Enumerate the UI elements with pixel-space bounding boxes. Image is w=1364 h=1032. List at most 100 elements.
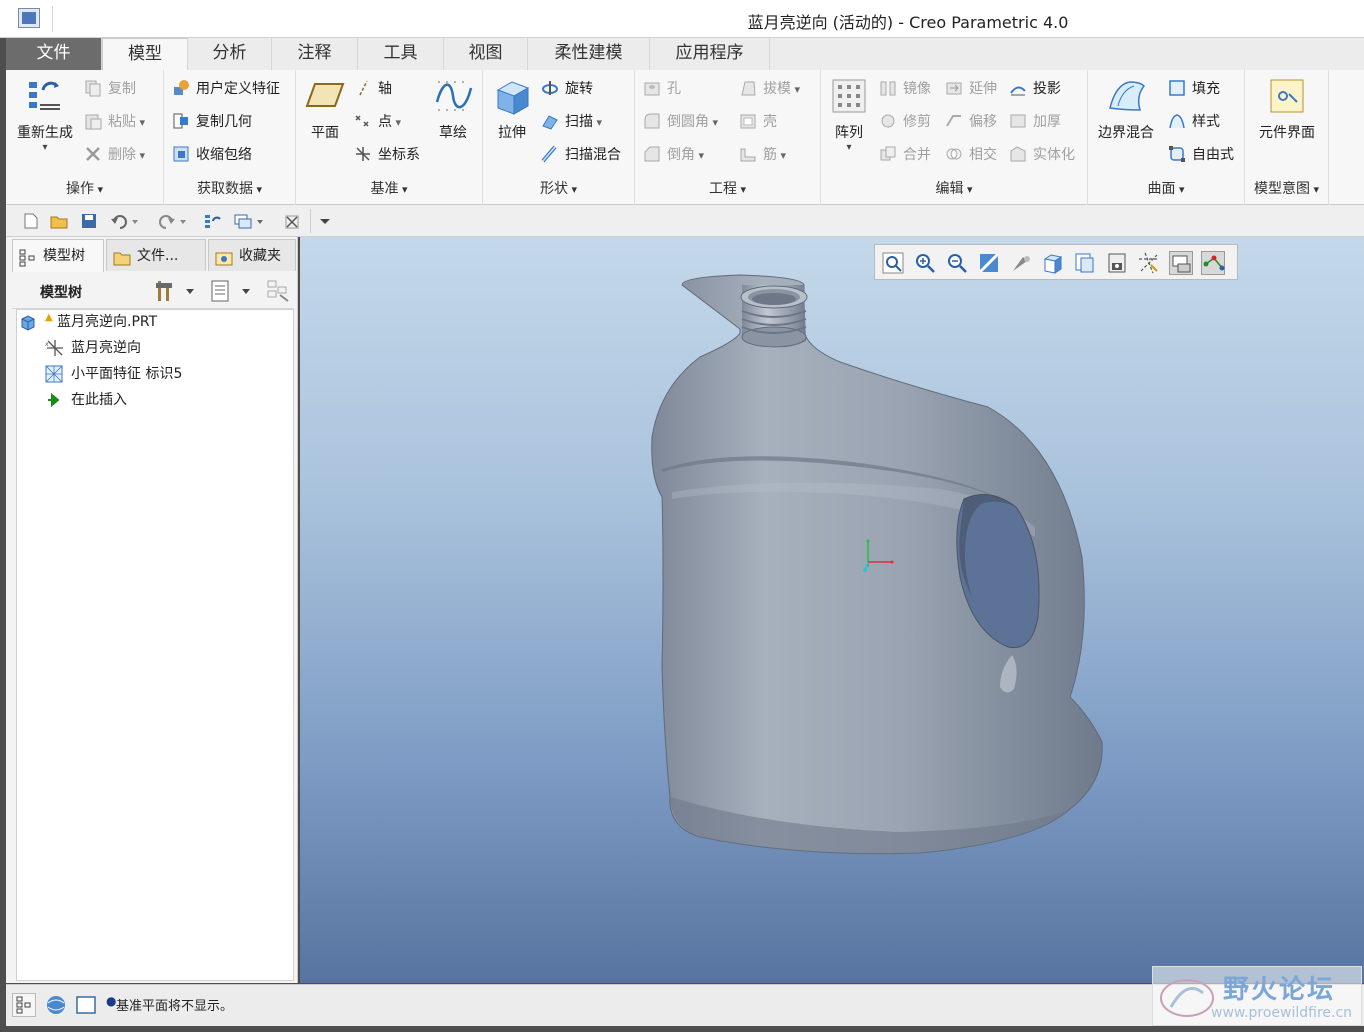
boundary-blend-button[interactable]: 边界混合	[1092, 76, 1160, 142]
undo-icon[interactable]	[110, 213, 140, 229]
offset-button[interactable]: 偏移	[945, 109, 997, 135]
tab-favorites[interactable]: 收藏夹	[208, 239, 296, 271]
group-label-surfaces[interactable]: 曲面	[1088, 178, 1244, 198]
chamfer-button[interactable]: 倒角	[643, 142, 704, 168]
udf-button[interactable]: 用户定义特征	[172, 76, 280, 102]
intersect-button[interactable]: 相交	[945, 142, 997, 168]
shell-button[interactable]: 壳	[739, 109, 777, 135]
shrinkwrap-icon	[172, 145, 190, 163]
folder-icon	[113, 247, 131, 266]
tree-show-icon[interactable]	[210, 279, 252, 303]
tab-file[interactable]: 文件	[6, 38, 102, 70]
copy-geometry-button[interactable]: 复制几何	[172, 109, 252, 135]
axis-button[interactable]: 轴	[354, 76, 392, 102]
pattern-button[interactable]: 阵列 ▾	[827, 76, 871, 153]
delete-button[interactable]: 删除	[84, 142, 145, 168]
trim-label: 修剪	[903, 114, 931, 130]
tab-view[interactable]: 视图	[444, 38, 528, 70]
plane-icon	[305, 76, 345, 116]
draft-button[interactable]: 拔模	[739, 76, 800, 102]
csys-button[interactable]: 坐标系	[354, 142, 420, 168]
rib-button[interactable]: 筋	[739, 142, 786, 168]
model-canvas	[651, 274, 1103, 855]
revolve-button[interactable]: 旋转	[541, 76, 593, 102]
copy-geometry-label: 复制几何	[196, 114, 252, 130]
fill-button[interactable]: 填充	[1168, 76, 1220, 102]
graphics-window[interactable]	[300, 237, 1364, 983]
warning-icon: ▲	[45, 312, 53, 323]
group-label-datum[interactable]: 基准	[296, 178, 482, 198]
hole-button[interactable]: 孔	[643, 76, 681, 102]
group-label-engineering[interactable]: 工程	[635, 178, 820, 198]
sweep-label: 扫描	[565, 114, 593, 130]
mirror-button[interactable]: 镜像	[879, 76, 931, 102]
extend-button[interactable]: 延伸	[945, 76, 997, 102]
tab-model-tree-label: 模型树	[43, 248, 85, 264]
sweep-button[interactable]: 扫描	[541, 109, 602, 135]
close-window-icon[interactable]	[284, 213, 302, 229]
merge-button[interactable]: 合并	[879, 142, 931, 168]
boundary-blend-label: 边界混合	[1098, 125, 1154, 141]
regenerate-label: 重新生成	[17, 125, 73, 141]
bottle-model[interactable]	[651, 274, 1103, 855]
tab-tools[interactable]: 工具	[358, 38, 444, 70]
style-button[interactable]: 样式	[1168, 109, 1220, 135]
browser-icon[interactable]	[44, 993, 68, 1017]
save-icon[interactable]	[80, 213, 98, 229]
navigator-tabs: 模型树 文件... 收藏夹	[12, 239, 296, 273]
group-label-shapes[interactable]: 形状	[483, 178, 634, 198]
project-button[interactable]: 投影	[1009, 76, 1061, 102]
coordinate-system-icon: x	[45, 339, 63, 357]
project-icon	[1009, 79, 1027, 97]
tab-applications[interactable]: 应用程序	[650, 38, 770, 70]
paste-icon	[84, 112, 102, 130]
tree-node-facet-feature[interactable]: 小平面特征 标识5	[45, 362, 275, 386]
freestyle-button[interactable]: 自由式	[1168, 142, 1234, 168]
customize-toolbar-icon[interactable]	[316, 213, 334, 229]
component-interface-button[interactable]: 元件界面	[1249, 76, 1325, 142]
toggle-navigator-icon[interactable]	[12, 993, 36, 1017]
rib-icon	[739, 145, 757, 163]
copy-button[interactable]: 复制	[84, 76, 136, 102]
tab-model-tree[interactable]: 模型树	[12, 239, 104, 272]
round-button[interactable]: 倒圆角	[643, 109, 718, 135]
tab-analysis[interactable]: 分析	[188, 38, 272, 70]
tree-node-insert-here[interactable]: 在此插入	[45, 388, 275, 412]
copy-label: 复制	[108, 81, 136, 97]
freestyle-icon	[1168, 145, 1186, 163]
watermark-url: www.proewildfire.cn	[1211, 1005, 1353, 1021]
tab-flexible-modeling[interactable]: 柔性建模	[528, 38, 650, 70]
point-button[interactable]: 点	[354, 109, 401, 135]
new-file-icon[interactable]	[22, 213, 40, 229]
fill-icon	[1168, 79, 1186, 97]
open-file-icon[interactable]	[50, 213, 68, 229]
group-label-editing[interactable]: 编辑	[821, 178, 1087, 198]
tree-node-csys[interactable]: x 蓝月亮逆向	[45, 336, 275, 360]
thicken-button[interactable]: 加厚	[1009, 109, 1061, 135]
trim-button[interactable]: 修剪	[879, 109, 931, 135]
tab-model[interactable]: 模型	[102, 38, 188, 70]
full-screen-icon[interactable]	[74, 993, 98, 1017]
hole-icon	[643, 79, 661, 97]
group-label-get-data[interactable]: 获取数据	[164, 178, 295, 198]
tab-annotate[interactable]: 注释	[272, 38, 358, 70]
tab-file-browser[interactable]: 文件...	[106, 239, 206, 271]
merge-label: 合并	[903, 147, 931, 163]
plane-button[interactable]: 平面	[302, 76, 348, 142]
paste-button[interactable]: 粘贴	[84, 109, 145, 135]
sketch-button[interactable]: 草绘	[430, 76, 476, 142]
tree-node-part[interactable]: ▲ 蓝月亮逆向.PRT	[19, 310, 279, 334]
tree-filter-icon[interactable]	[266, 279, 292, 303]
swept-blend-button[interactable]: 扫描混合	[541, 142, 621, 168]
group-label-operations[interactable]: 操作	[6, 178, 163, 198]
redo-icon[interactable]	[158, 213, 188, 229]
regenerate-quick-icon[interactable]	[204, 213, 222, 229]
regenerate-button[interactable]: 重新生成 ▾	[10, 76, 80, 153]
solidify-button[interactable]: 实体化	[1009, 142, 1075, 168]
shrinkwrap-button[interactable]: 收缩包络	[172, 142, 252, 168]
tree-settings-icon[interactable]	[154, 279, 196, 303]
windows-icon[interactable]	[234, 213, 264, 229]
round-label: 倒圆角	[667, 114, 709, 130]
extrude-button[interactable]: 拉伸	[487, 76, 537, 142]
group-label-model-intent[interactable]: 模型意图	[1245, 178, 1328, 198]
